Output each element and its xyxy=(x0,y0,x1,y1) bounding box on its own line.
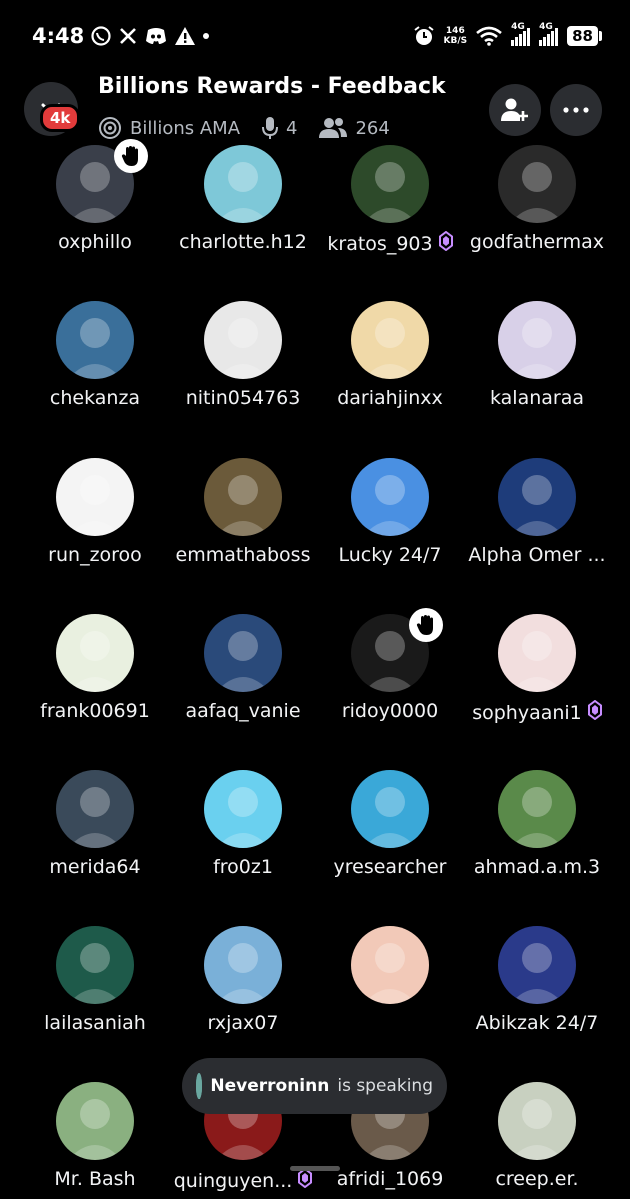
participant-name-text: fro0z1 xyxy=(213,856,273,878)
participant-name-text: rxjax07 xyxy=(207,1012,279,1034)
participant-name-text: sophyaani1 xyxy=(472,701,582,724)
participant-name: oxphillo xyxy=(10,231,180,253)
participant-name-text: Lucky 24/7 xyxy=(338,544,442,566)
speaking-suffix: is speaking xyxy=(337,1076,433,1096)
participant-name: chekanza xyxy=(10,387,180,409)
participant-name: frank00691 xyxy=(10,700,180,722)
participant-name-text: Abikzak 24/7 xyxy=(475,1012,599,1034)
participant-avatar xyxy=(56,614,134,692)
participant-grid: oxphillo charlotte.h12 kratos_903 godfather… xyxy=(0,0,630,1199)
speaker-name: Neverroninn xyxy=(210,1076,330,1096)
participant-name: nitin054763 xyxy=(158,387,328,409)
participant-name-text: oxphillo xyxy=(58,231,132,253)
participant-avatar xyxy=(498,145,576,223)
participant-name: kalanaraa xyxy=(452,387,622,409)
participant-name: rxjax07 xyxy=(158,1012,328,1034)
participant-avatar xyxy=(56,1082,134,1160)
participant-name: dariahjinxx xyxy=(305,387,475,409)
participant-name-text: quinguyen... xyxy=(173,1169,293,1192)
participant-avatar xyxy=(498,770,576,848)
participant-name: lailasaniah xyxy=(10,1012,180,1034)
participant-name-text: Alpha Omer ... xyxy=(468,544,606,566)
participant-name: Lucky 24/7 xyxy=(305,544,475,566)
participant-name-text: lailasaniah xyxy=(44,1012,146,1034)
participant-name-text: creep.er. xyxy=(495,1168,579,1190)
participant-avatar xyxy=(204,926,282,1004)
participant-name-text: godfathermax xyxy=(469,231,605,253)
raised-hand-icon xyxy=(409,608,443,642)
participant-name: ridoy0000 xyxy=(305,700,475,722)
participant-name: afridi_1069 xyxy=(305,1168,475,1190)
participant-avatar xyxy=(351,458,429,536)
participant-name: Alpha Omer ... xyxy=(452,544,622,566)
participant-name-text: afridi_1069 xyxy=(336,1168,444,1190)
nitro-badge-icon xyxy=(587,699,602,725)
participant-avatar xyxy=(351,145,429,223)
participant-name-text: emmathaboss xyxy=(175,544,311,566)
participant-avatar xyxy=(56,770,134,848)
participant-avatar xyxy=(351,301,429,379)
participant-name-text: frank00691 xyxy=(40,700,150,722)
participant-name: Mr. Bash xyxy=(10,1168,180,1190)
participant-name-text: yresearcher xyxy=(333,856,447,878)
participant-name-text: ridoy0000 xyxy=(341,700,439,722)
participant-name-text: charlotte.h12 xyxy=(179,231,307,253)
participant-avatar xyxy=(204,145,282,223)
participant-avatar xyxy=(204,458,282,536)
participant-name-text: merida64 xyxy=(49,856,141,878)
speaking-toast[interactable]: Neverroninn is speaking xyxy=(182,1058,447,1114)
participant-name: sophyaani1 xyxy=(452,699,622,725)
participant-name: aafaq_vanie xyxy=(158,700,328,722)
participant-avatar xyxy=(498,1082,576,1160)
participant-name: Abikzak 24/7 xyxy=(452,1012,622,1034)
participant-name: kratos_903 xyxy=(305,230,475,256)
participant-avatar xyxy=(498,926,576,1004)
nitro-badge-icon xyxy=(438,230,453,256)
participant-name: fro0z1 xyxy=(158,856,328,878)
participant-name: ahmad.a.m.3 xyxy=(452,856,622,878)
home-indicator[interactable] xyxy=(290,1166,340,1171)
participant-avatar xyxy=(56,301,134,379)
participant-name: yresearcher xyxy=(305,856,475,878)
participant-name-text: Mr. Bash xyxy=(54,1168,136,1190)
participant-name: merida64 xyxy=(10,856,180,878)
participant-name: emmathaboss xyxy=(158,544,328,566)
participant-name: run_zoroo xyxy=(10,544,180,566)
participant-name-text: kalanaraa xyxy=(489,387,585,409)
participant-avatar xyxy=(204,301,282,379)
participant-name-text: run_zoroo xyxy=(48,544,142,566)
participant-name-text: dariahjinxx xyxy=(337,387,443,409)
participant-avatar xyxy=(351,926,429,1004)
participant-avatar xyxy=(498,614,576,692)
participant-avatar xyxy=(204,614,282,692)
speaker-avatar xyxy=(196,1073,203,1099)
participant-name: charlotte.h12 xyxy=(158,231,328,253)
participant-avatar xyxy=(204,770,282,848)
participant-avatar xyxy=(56,926,134,1004)
participant-name-text: aafaq_vanie xyxy=(185,700,301,722)
participant-name: quinguyen... xyxy=(158,1167,328,1193)
participant-avatar xyxy=(498,301,576,379)
participant-avatar xyxy=(351,770,429,848)
participant-name-text: ahmad.a.m.3 xyxy=(473,856,601,878)
participant-name-text: nitin054763 xyxy=(185,387,301,409)
participant-name: creep.er. xyxy=(452,1168,622,1190)
participant-avatar xyxy=(498,458,576,536)
raised-hand-icon xyxy=(114,139,148,173)
participant-name: godfathermax xyxy=(452,231,622,253)
participant-avatar xyxy=(56,458,134,536)
participant-name-text: chekanza xyxy=(49,387,141,409)
participant-name-text: kratos_903 xyxy=(327,232,433,255)
